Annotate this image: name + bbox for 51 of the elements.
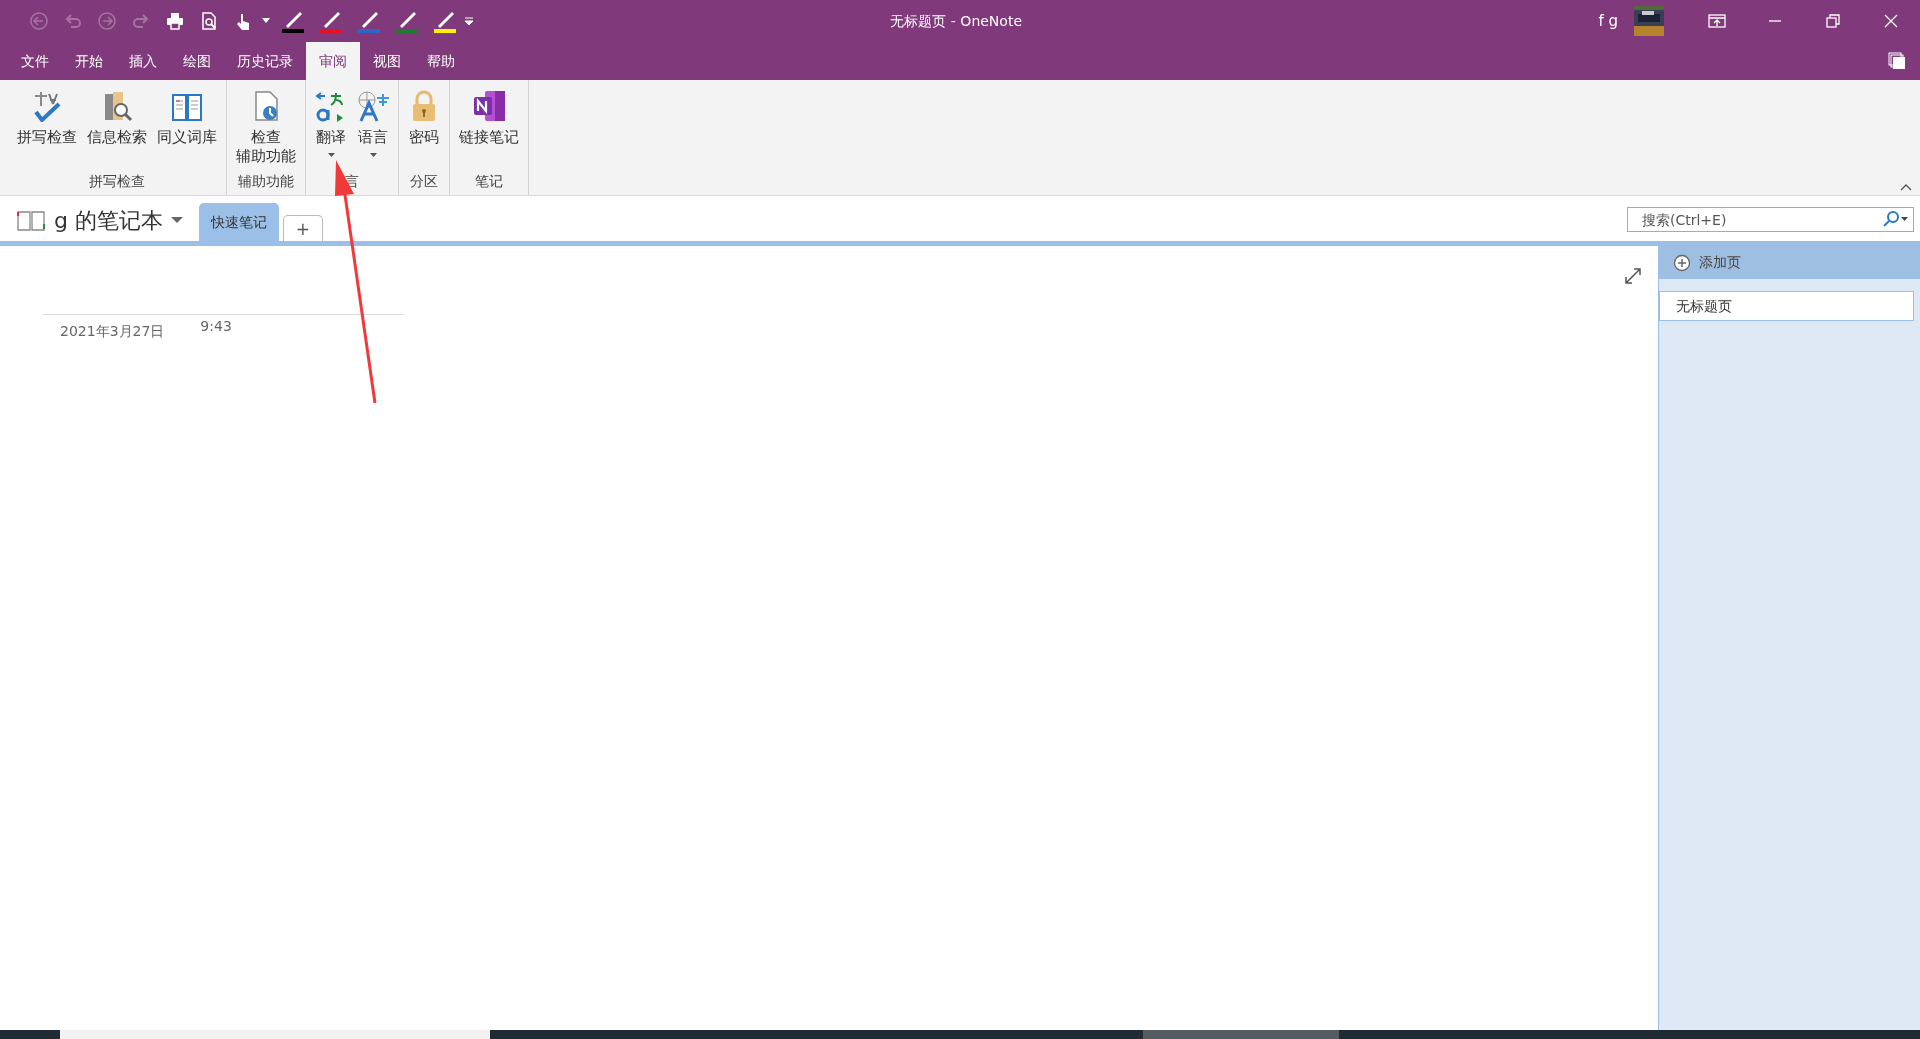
search-icon[interactable]: [1882, 210, 1910, 228]
menu-tab[interactable]: 文件: [8, 42, 62, 80]
dropdown-arrow-icon[interactable]: [262, 18, 270, 24]
minimize-icon: [1769, 20, 1781, 22]
ribbon-button[interactable]: 信息检索: [82, 84, 152, 171]
ribbon-button[interactable]: 语言: [352, 84, 394, 171]
menu-tab[interactable]: 开始: [62, 42, 116, 80]
ribbon-button[interactable]: 翻译: [310, 84, 352, 171]
restore-icon: [1824, 12, 1842, 30]
add-page-button[interactable]: 添加页: [1659, 246, 1920, 279]
ribbon-button[interactable]: 同义词库: [152, 84, 222, 171]
notebook-icon: [16, 208, 46, 233]
page-date: 2021年3月27日: [60, 322, 165, 341]
ribbon-button[interactable]: 检查 辅助功能: [231, 84, 301, 171]
page-item[interactable]: 无标题页: [1659, 291, 1914, 321]
redo-icon: [131, 11, 151, 31]
globe-letter-icon: [357, 90, 389, 122]
ribbon-button[interactable]: 密码: [403, 84, 445, 171]
section-tab[interactable]: 快速笔记: [198, 203, 279, 241]
group-label: 拼写检查: [88, 172, 146, 191]
add-icon: [1673, 253, 1691, 272]
onenote-icon: [473, 90, 505, 122]
expand-icon[interactable]: [1624, 267, 1642, 285]
close-icon: [1882, 12, 1900, 30]
undo-icon: [63, 11, 83, 31]
group-label: 辅助功能: [237, 172, 295, 191]
menu-tab[interactable]: 视图: [360, 42, 414, 80]
back-icon: [29, 11, 49, 31]
search-field[interactable]: 搜索(Ctrl+E): [1627, 207, 1914, 232]
collapse-ribbon-icon[interactable]: [1900, 183, 1912, 191]
stacked-pages-icon: [1887, 51, 1907, 71]
ribbon-display-icon: [1708, 12, 1726, 30]
menu-tab[interactable]: 审阅: [306, 42, 360, 80]
print-icon: [165, 11, 185, 31]
ribbon-button[interactable]: 链接笔记: [454, 84, 524, 171]
add-section-tab[interactable]: +: [282, 215, 323, 241]
account-name[interactable]: f g: [1598, 9, 1618, 33]
window-title: 无标题页 - OneNote: [889, 11, 1023, 31]
group-label: 分区: [409, 172, 439, 191]
ribbon-button[interactable]: 拼写检查: [12, 84, 82, 171]
notebook-selector[interactable]: g 的笔记本: [16, 204, 183, 237]
forward-icon: [97, 11, 117, 31]
menu-tab[interactable]: 历史记录: [224, 42, 306, 80]
dropdown-arrow-icon: [170, 217, 183, 224]
customize-icon[interactable]: [464, 16, 474, 26]
group-label: 笔记: [474, 172, 504, 191]
print-preview-icon: [199, 11, 219, 31]
menu-tab[interactable]: 帮助: [414, 42, 468, 80]
menu-tab[interactable]: 插入: [116, 42, 170, 80]
page-time: 9:43: [200, 317, 232, 336]
menu-tab[interactable]: 绘图: [170, 42, 224, 80]
